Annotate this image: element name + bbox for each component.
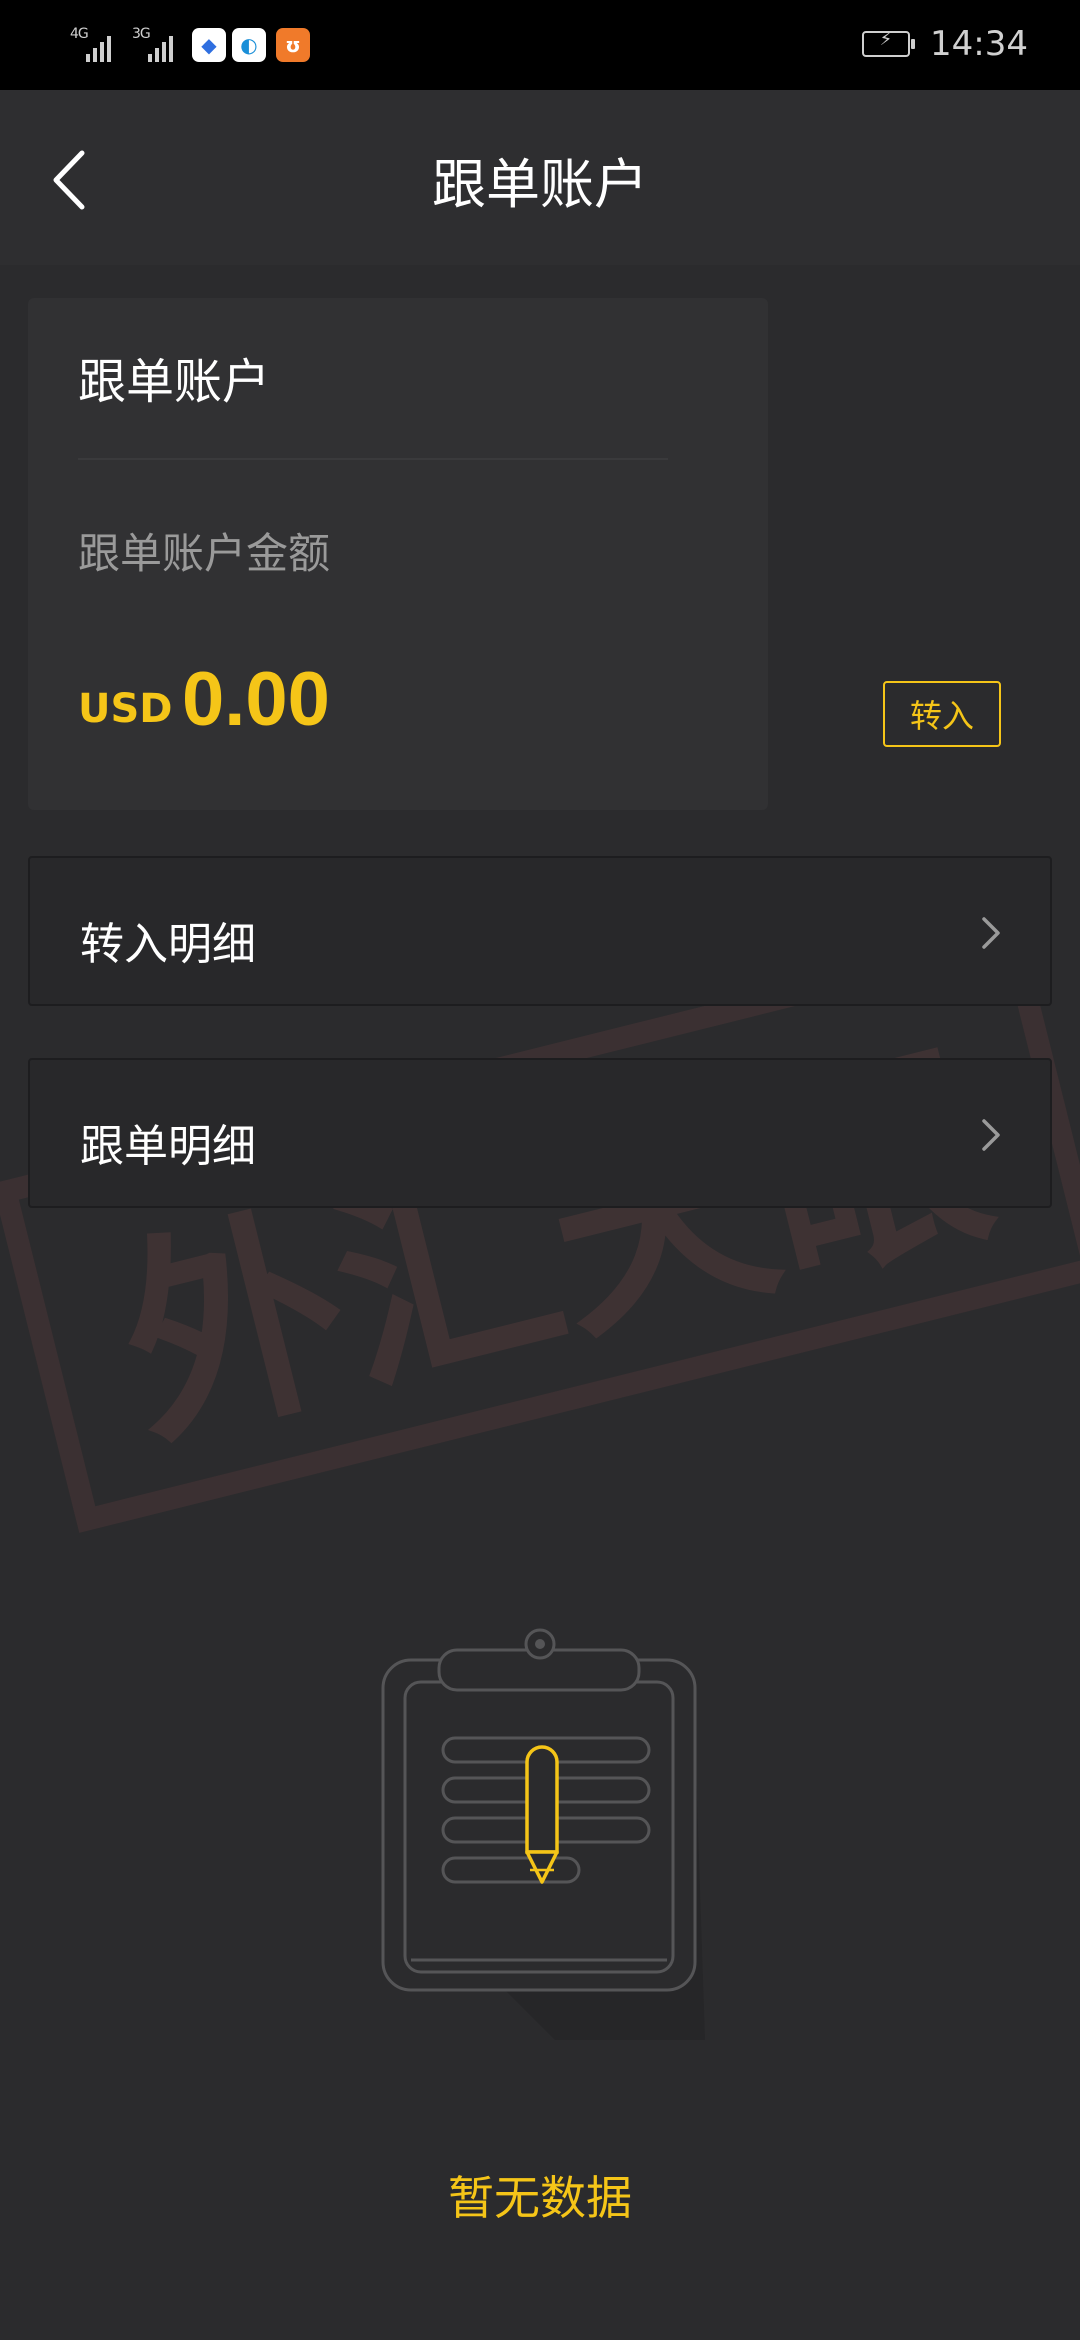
uc-browser-app-icon: ʊ <box>276 28 310 62</box>
currency-label: USD <box>78 686 173 732</box>
chevron-right-icon <box>982 1119 1000 1151</box>
browser-app-icon: ◐ <box>232 28 266 62</box>
divider <box>78 458 668 460</box>
empty-state-message: 暂无数据 <box>448 2171 632 2225</box>
status-bar: 4G 3G ◆ ◐ ʊ ⚡ 14:34 <box>0 0 1080 90</box>
list-item-copy-trade-details[interactable]: 跟单明细 <box>28 1058 1052 1208</box>
chevron-right-icon <box>982 917 1000 949</box>
watermark-stamp: 外汇天眼 <box>0 927 1080 1533</box>
card-title: 跟单账户 <box>78 354 271 410</box>
page-title: 跟单账户 <box>432 153 648 216</box>
list-item-transfer-details[interactable]: 转入明细 <box>28 856 1052 1006</box>
signal-3g-icon: 3G <box>132 26 188 62</box>
row-label: 转入明细 <box>80 919 256 970</box>
row-label: 跟单明细 <box>80 1121 256 1172</box>
empty-clipboard-icon <box>381 1628 705 2040</box>
app-header: 跟单账户 <box>0 90 1080 265</box>
baidu-app-icon: ◆ <box>192 28 226 62</box>
account-card: 跟单账户 跟单账户金额 USD 0.00 <box>28 298 768 810</box>
signal-4g-icon: 4G <box>70 26 126 62</box>
clock: 14:34 <box>930 24 1028 64</box>
balance-amount: 0.00 <box>182 657 330 742</box>
amount-label: 跟单账户金额 <box>78 529 331 578</box>
transfer-in-button[interactable]: 转入 <box>883 681 1001 747</box>
battery-icon: ⚡ <box>862 29 915 57</box>
